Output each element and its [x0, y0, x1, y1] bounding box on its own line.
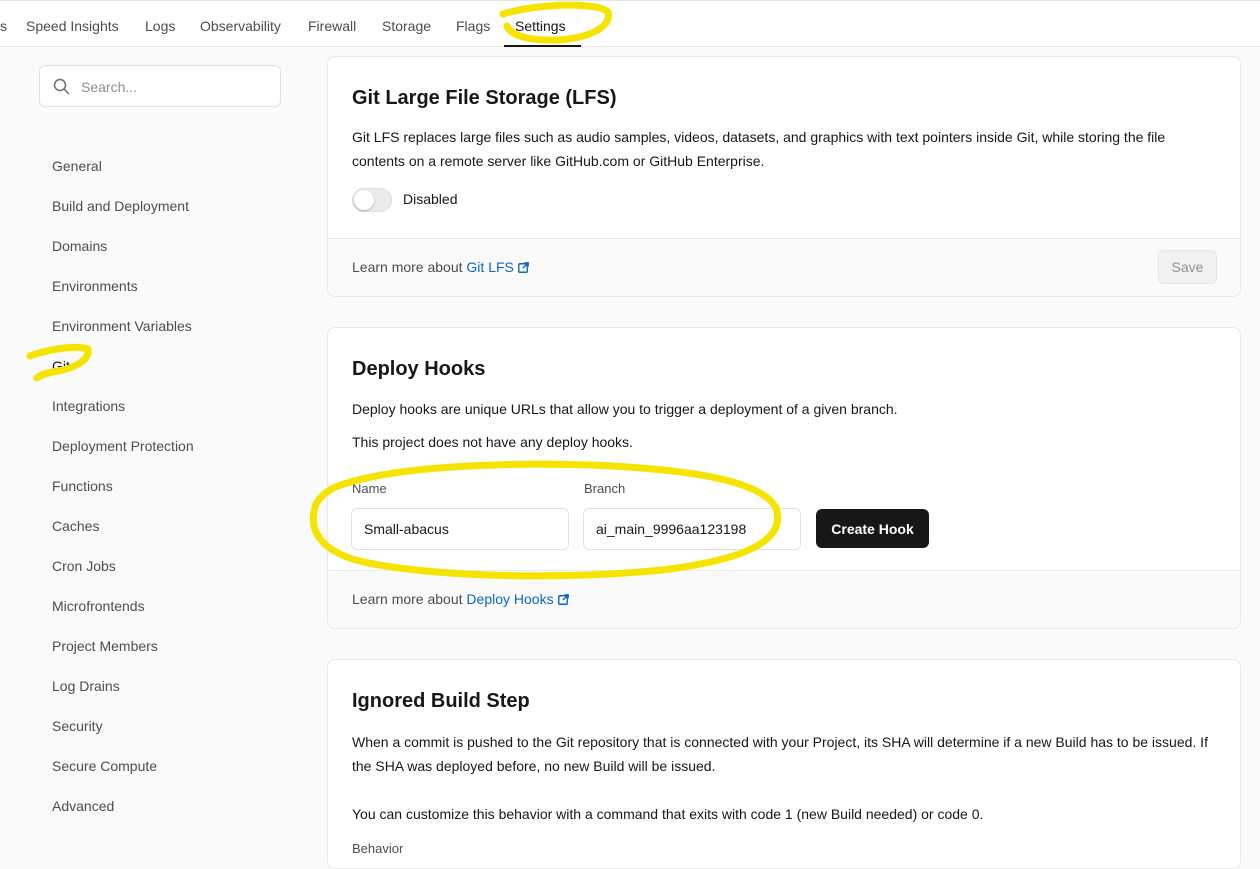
- search-icon: [53, 78, 70, 95]
- top-navigation: s Speed Insights Logs Observability Fire…: [0, 0, 1260, 47]
- tab-speed-insights[interactable]: Speed Insights: [26, 18, 119, 34]
- sidebar-item-secure-compute[interactable]: Secure Compute: [52, 758, 157, 774]
- deploy-hooks-title: Deploy Hooks: [352, 358, 486, 380]
- ignored-build-step-card: Ignored Build Step When a commit is push…: [327, 659, 1241, 869]
- sidebar-item-log-drains[interactable]: Log Drains: [52, 678, 120, 694]
- git-lfs-title: Git Large File Storage (LFS): [352, 87, 617, 109]
- tab-flags[interactable]: Flags: [456, 18, 490, 34]
- search-box[interactable]: [39, 65, 281, 107]
- ignored-build-step-description: When a commit is pushed to the Git repos…: [352, 734, 1208, 774]
- learn-more-prefix: Learn more about: [352, 259, 463, 275]
- deploy-hooks-description: Deploy hooks are unique URLs that allow …: [352, 401, 898, 417]
- sidebar-item-microfrontends[interactable]: Microfrontends: [52, 598, 145, 614]
- ignored-build-step-description-2: You can customize this behavior with a c…: [352, 806, 984, 822]
- hook-name-input[interactable]: [351, 508, 569, 550]
- hook-branch-label: Branch: [584, 481, 626, 496]
- sidebar-item-domains[interactable]: Domains: [52, 238, 107, 254]
- behavior-label: Behavior: [352, 841, 404, 856]
- ignored-build-step-title: Ignored Build Step: [352, 690, 530, 712]
- sidebar-item-build-and-deployment[interactable]: Build and Deployment: [52, 198, 189, 214]
- sidebar-item-integrations[interactable]: Integrations: [52, 398, 125, 414]
- sidebar-item-caches[interactable]: Caches: [52, 518, 99, 534]
- deploy-hooks-card: Deploy Hooks Deploy hooks are unique URL…: [327, 327, 1241, 629]
- deploy-hooks-empty-text: This project does not have any deploy ho…: [352, 434, 633, 450]
- git-lfs-link[interactable]: Git LFS: [466, 259, 513, 275]
- git-lfs-toggle[interactable]: [352, 188, 392, 212]
- active-tab-indicator: [504, 45, 581, 47]
- git-lfs-learn-more: Learn more about Git LFS: [352, 255, 1212, 279]
- sidebar-item-security[interactable]: Security: [52, 718, 103, 734]
- sidebar-item-project-members[interactable]: Project Members: [52, 638, 158, 654]
- sidebar-item-deployment-protection[interactable]: Deployment Protection: [52, 438, 194, 454]
- deploy-hooks-learn-more: Learn more about Deploy Hooks: [352, 587, 1212, 611]
- external-link-icon: [557, 594, 569, 605]
- sidebar-item-environments[interactable]: Environments: [52, 278, 138, 294]
- hook-name-label: Name: [352, 481, 387, 496]
- deploy-hooks-link[interactable]: Deploy Hooks: [466, 591, 553, 607]
- tab-logs[interactable]: Logs: [145, 18, 175, 34]
- create-hook-button[interactable]: Create Hook: [816, 509, 929, 548]
- sidebar-item-functions[interactable]: Functions: [52, 478, 113, 494]
- toggle-knob: [354, 190, 374, 210]
- git-lfs-toggle-label: Disabled: [403, 191, 458, 207]
- sidebar-item-environment-variables[interactable]: Environment Variables: [52, 318, 192, 334]
- sidebar-item-advanced[interactable]: Advanced: [52, 798, 114, 814]
- tab-firewall[interactable]: Firewall: [308, 18, 356, 34]
- learn-more-prefix: Learn more about: [352, 591, 463, 607]
- sidebar-item-cron-jobs[interactable]: Cron Jobs: [52, 558, 116, 574]
- save-button[interactable]: Save: [1158, 250, 1217, 284]
- tab-settings[interactable]: Settings: [515, 18, 566, 34]
- external-link-icon: [517, 262, 529, 273]
- git-lfs-footer: Learn more about Git LFS Save: [328, 238, 1240, 296]
- search-input[interactable]: [79, 75, 273, 99]
- tab-partial[interactable]: s: [0, 18, 7, 34]
- tab-observability[interactable]: Observability: [200, 18, 281, 34]
- sidebar-item-general[interactable]: General: [52, 158, 102, 174]
- tab-storage[interactable]: Storage: [382, 18, 431, 34]
- git-lfs-description: Git LFS replaces large files such as aud…: [352, 129, 1166, 169]
- git-lfs-card: Git Large File Storage (LFS) Git LFS rep…: [327, 56, 1241, 297]
- sidebar-item-git[interactable]: Git: [52, 358, 70, 374]
- deploy-hooks-footer: Learn more about Deploy Hooks: [328, 570, 1240, 628]
- hook-branch-input[interactable]: [583, 508, 801, 550]
